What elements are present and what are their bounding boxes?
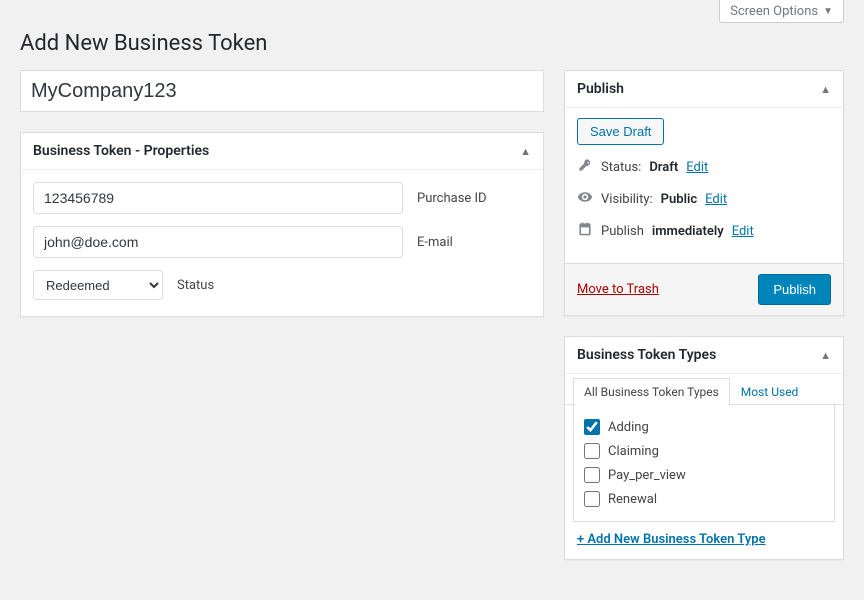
tab-most-used[interactable]: Most Used bbox=[730, 378, 810, 405]
type-checkbox[interactable] bbox=[584, 467, 600, 483]
publish-button[interactable]: Publish bbox=[758, 274, 831, 305]
edit-status-link[interactable]: Edit bbox=[686, 160, 708, 175]
status-select[interactable]: Redeemed bbox=[33, 270, 163, 300]
status-label-text: Status: bbox=[601, 160, 641, 175]
add-new-type-link[interactable]: + Add New Business Token Type bbox=[565, 522, 843, 559]
type-check-item[interactable]: Pay_per_view bbox=[584, 463, 824, 487]
move-to-trash-link[interactable]: Move to Trash bbox=[577, 282, 659, 297]
visibility-label-text: Visibility: bbox=[601, 192, 653, 207]
type-checkbox[interactable] bbox=[584, 419, 600, 435]
save-draft-button[interactable]: Save Draft bbox=[577, 118, 664, 145]
purchase-id-label: Purchase ID bbox=[417, 191, 487, 206]
type-check-item[interactable]: Adding bbox=[584, 415, 824, 439]
publish-box-title: Publish bbox=[577, 81, 624, 97]
calendar-icon bbox=[577, 221, 593, 241]
edit-visibility-link[interactable]: Edit bbox=[705, 192, 727, 207]
purchase-id-input[interactable] bbox=[33, 182, 403, 214]
edit-publish-link[interactable]: Edit bbox=[732, 224, 754, 239]
tab-all-types[interactable]: All Business Token Types bbox=[573, 378, 730, 405]
email-label: E-mail bbox=[417, 235, 453, 250]
collapse-toggle-icon[interactable]: ▲ bbox=[520, 145, 531, 158]
type-checkbox[interactable] bbox=[584, 491, 600, 507]
type-label: Claiming bbox=[608, 444, 659, 459]
type-check-item[interactable]: Claiming bbox=[584, 439, 824, 463]
publish-box: Publish ▲ Save Draft Status: Draft Edit bbox=[564, 70, 844, 316]
collapse-toggle-icon[interactable]: ▲ bbox=[820, 83, 831, 96]
email-input[interactable] bbox=[33, 226, 403, 258]
collapse-toggle-icon[interactable]: ▲ bbox=[820, 349, 831, 362]
publish-label-text: Publish bbox=[601, 224, 644, 239]
token-types-box-title: Business Token Types bbox=[577, 347, 716, 363]
eye-icon bbox=[577, 189, 593, 209]
type-checkbox[interactable] bbox=[584, 443, 600, 459]
type-check-item[interactable]: Renewal bbox=[584, 487, 824, 511]
type-label: Renewal bbox=[608, 492, 657, 507]
type-label: Pay_per_view bbox=[608, 468, 686, 483]
publish-value: immediately bbox=[652, 224, 724, 239]
status-value: Draft bbox=[649, 160, 678, 175]
screen-options-label: Screen Options bbox=[730, 4, 818, 19]
key-icon bbox=[577, 157, 593, 177]
title-input[interactable] bbox=[20, 70, 544, 112]
type-label: Adding bbox=[608, 420, 649, 435]
properties-box: Business Token - Properties ▲ Purchase I… bbox=[20, 132, 544, 317]
token-types-box: Business Token Types ▲ All Business Toke… bbox=[564, 336, 844, 560]
page-title: Add New Business Token bbox=[20, 31, 844, 56]
caret-down-icon: ▼ bbox=[823, 6, 833, 17]
visibility-value: Public bbox=[661, 192, 697, 207]
screen-options-toggle[interactable]: Screen Options ▼ bbox=[719, 0, 844, 23]
status-label: Status bbox=[177, 278, 214, 293]
properties-box-title: Business Token - Properties bbox=[33, 143, 209, 159]
